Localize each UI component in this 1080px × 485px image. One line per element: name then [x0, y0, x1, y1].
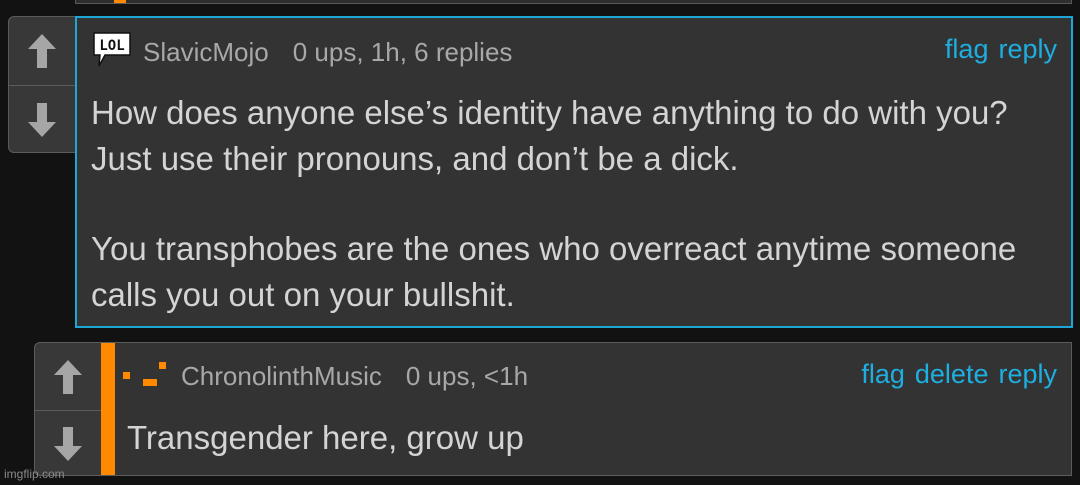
own-comment-accent-bar — [101, 343, 115, 475]
comment-body: Transgender here, grow up — [127, 419, 524, 456]
delete-link[interactable]: delete — [915, 359, 989, 390]
upvote-button[interactable] — [9, 17, 75, 85]
comments-page: LOL SlavicMojo 0 ups, 1h, 6 replies flag… — [0, 0, 1080, 485]
comment-meta: ChronolinthMusic 0 ups, <1h — [121, 357, 528, 395]
lol-speech-bubble-icon: LOL — [91, 30, 133, 75]
reply-link[interactable]: reply — [998, 359, 1057, 390]
reply-link[interactable]: reply — [998, 34, 1057, 65]
down-arrow-icon — [54, 427, 82, 461]
comment-username[interactable]: ChronolinthMusic — [181, 361, 382, 392]
comment-actions: flag delete reply — [861, 359, 1057, 390]
down-arrow-icon — [28, 103, 56, 137]
comment1-vote-column — [8, 16, 76, 153]
flag-link[interactable]: flag — [945, 34, 989, 65]
pixel-avatar-icon — [121, 359, 169, 394]
comment2-vote-column — [34, 342, 102, 476]
comment-actions: flag reply — [945, 34, 1057, 65]
flag-link[interactable]: flag — [861, 359, 905, 390]
comment-meta: LOL SlavicMojo 0 ups, 1h, 6 replies — [91, 30, 512, 74]
up-arrow-icon — [28, 34, 56, 68]
previous-comment-accent — [114, 0, 126, 3]
comment-paragraph: How does anyone else’s identity have any… — [91, 94, 1008, 177]
comment-username[interactable]: SlavicMojo — [143, 37, 269, 68]
comment-paragraph: You transphobes are the ones who overrea… — [91, 230, 1017, 313]
watermark: imgflip.com — [4, 467, 65, 481]
up-arrow-icon — [54, 359, 82, 394]
comment-body: How does anyone else’s identity have any… — [91, 90, 1051, 318]
comment-slavicmojo: LOL SlavicMojo 0 ups, 1h, 6 replies flag… — [75, 16, 1073, 328]
upvote-button[interactable] — [35, 343, 101, 410]
comment-chronolinthmusic: ChronolinthMusic 0 ups, <1h flag delete … — [101, 342, 1072, 476]
svg-text:LOL: LOL — [99, 38, 124, 54]
downvote-button[interactable] — [9, 86, 75, 154]
comment-stats: 0 ups, <1h — [405, 360, 529, 391]
previous-comment-edge — [75, 0, 1072, 4]
comment-stats: 0 ups, 1h, 6 replies — [292, 36, 513, 67]
